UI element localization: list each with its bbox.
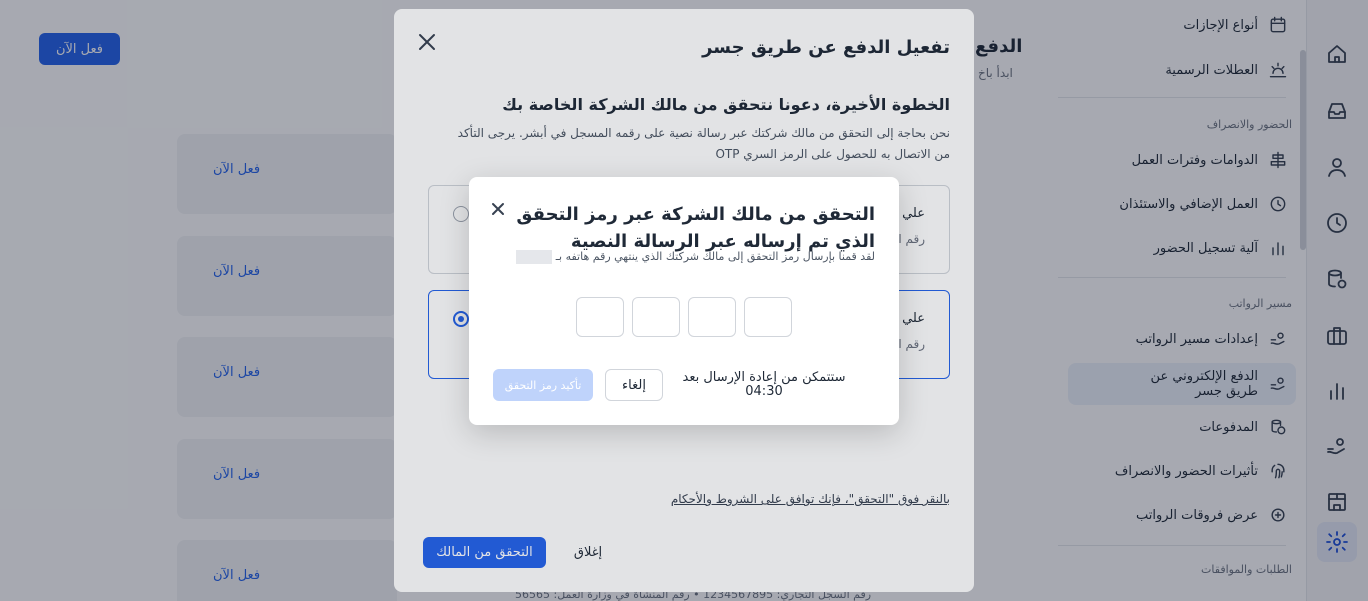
resend-timer: ستتمكن من إعادة الإرسال بعد 04:30 [682, 370, 846, 399]
masked-phone [515, 250, 552, 264]
confirm-otp-button[interactable]: تأكيد رمز التحقق [493, 369, 593, 401]
otp-dialog: التحقق من مالك الشركة عبر رمز التحقق الذ… [469, 177, 899, 425]
otp-digit-input[interactable] [576, 297, 624, 337]
cancel-button[interactable]: إلغاء [605, 369, 663, 401]
otp-title: التحقق من مالك الشركة عبر رمز التحقق الذ… [516, 204, 875, 252]
otp-description: لقد قمنا بإرسال رمز التحقق إلى مالك شركت… [515, 250, 875, 264]
otp-digit-input[interactable] [688, 297, 736, 337]
otp-digit-input[interactable] [744, 297, 792, 337]
otp-digit-input[interactable] [632, 297, 680, 337]
close-icon[interactable] [491, 201, 505, 215]
